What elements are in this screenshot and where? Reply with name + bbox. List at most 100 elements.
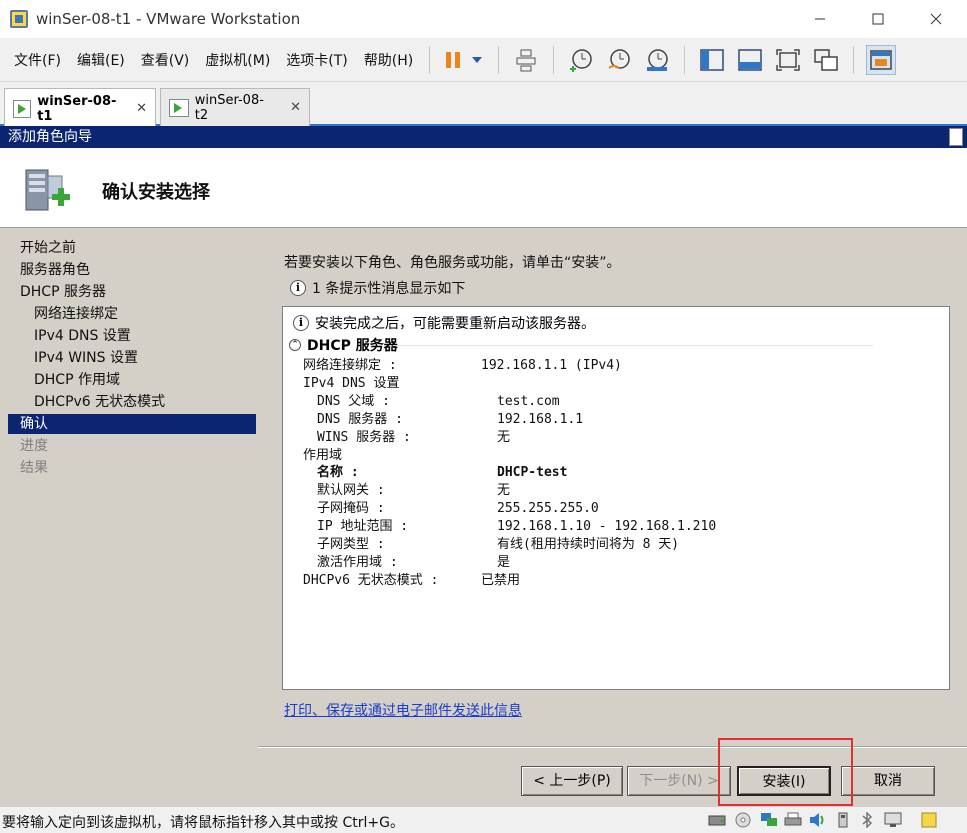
summary-row-label: DHCPv6 无状态模式 : bbox=[303, 572, 439, 588]
info-icon: i bbox=[290, 280, 306, 296]
nav-item-dhcp-server[interactable]: DHCP 服务器 bbox=[8, 282, 256, 302]
summary-row-value: 无 bbox=[497, 429, 511, 445]
info-icon: i bbox=[293, 315, 309, 331]
dhcp-section-header[interactable]: ⌃ DHCP 服务器 bbox=[289, 335, 398, 355]
close-icon[interactable] bbox=[913, 0, 959, 38]
pause-icon[interactable] bbox=[442, 45, 464, 75]
printer-icon[interactable] bbox=[784, 812, 802, 828]
display-icon[interactable] bbox=[884, 812, 902, 828]
hint-message: i 1 条提示性消息显示如下 bbox=[290, 278, 465, 298]
summary-row-label: 网络连接绑定 : bbox=[303, 358, 397, 373]
wizard-header: 确认安装选择 bbox=[0, 148, 967, 228]
library-view-icon[interactable] bbox=[697, 45, 727, 75]
summary-row-value: 已禁用 bbox=[481, 572, 521, 588]
network-adapter-icon[interactable] bbox=[760, 812, 778, 828]
snapshot-revert-icon[interactable] bbox=[604, 45, 634, 75]
summary-row-label: DNS 父域 : bbox=[317, 393, 390, 409]
maximize-icon[interactable] bbox=[855, 0, 901, 38]
toolbar-separator bbox=[853, 45, 855, 74]
menu-edit[interactable]: 编辑(E) bbox=[69, 50, 133, 70]
tab-label: winSer-08-t2 bbox=[194, 92, 264, 123]
summary-row-label: DNS 服务器 : bbox=[317, 411, 403, 427]
menu-toolbar-bar: 文件(F) 编辑(E) 查看(V) 虚拟机(M) 选项卡(T) 帮助(H) bbox=[0, 38, 967, 82]
tab-close-icon[interactable]: ✕ bbox=[290, 100, 301, 115]
print-save-email-link[interactable]: 打印、保存或通过电子邮件发送此信息 bbox=[284, 700, 522, 720]
toolbar-separator bbox=[684, 45, 686, 74]
tab-label: winSer-08-t1 bbox=[37, 93, 117, 124]
title-bar: winSer-08-t1 - VMware Workstation bbox=[0, 0, 967, 38]
wizard-title-bar: 添加角色向导 bbox=[0, 126, 967, 148]
menu-help[interactable]: 帮助(H) bbox=[356, 50, 421, 70]
summary-row-value: test.com bbox=[497, 393, 560, 409]
collapse-icon[interactable]: ⌃ bbox=[289, 339, 301, 351]
tab-winser-08-t1[interactable]: winSer-08-t1 ✕ bbox=[4, 88, 156, 128]
summary-row-value: 192.168.1.1 (IPv4) bbox=[481, 358, 622, 373]
vmware-app-icon bbox=[10, 10, 28, 28]
nav-item-ipv4-wins[interactable]: IPv4 WINS 设置 bbox=[8, 348, 256, 368]
snapshot-take-icon[interactable] bbox=[566, 45, 596, 75]
send-ctrl-alt-del-icon[interactable] bbox=[511, 45, 541, 75]
message-icon[interactable] bbox=[920, 812, 938, 828]
summary-row-label: 子网掩码 : bbox=[317, 501, 385, 517]
menu-vm[interactable]: 虚拟机(M) bbox=[197, 50, 278, 70]
tab-close-icon[interactable]: ✕ bbox=[136, 101, 147, 116]
hard-disk-icon[interactable] bbox=[708, 812, 726, 828]
usb-icon[interactable] bbox=[834, 812, 852, 828]
dropdown-arrow-icon[interactable] bbox=[468, 45, 486, 75]
summary-row-label: WINS 服务器 : bbox=[317, 429, 411, 445]
toolbar-separator bbox=[429, 45, 431, 74]
summary-row-value: 192.168.1.10 - 192.168.1.210 bbox=[497, 519, 717, 535]
cancel-button[interactable]: 取消 bbox=[841, 766, 935, 796]
wizard-close-icon[interactable] bbox=[949, 128, 963, 146]
summary-panel: i 安装完成之后，可能需要重新启动该服务器。 ⌃ DHCP 服务器 网络连接绑定… bbox=[282, 306, 950, 690]
nav-item-confirmation[interactable]: 确认 bbox=[8, 414, 256, 434]
menu-file[interactable]: 文件(F) bbox=[6, 50, 69, 70]
cd-dvd-icon[interactable] bbox=[734, 812, 752, 828]
summary-row-label: IP 地址范围 : bbox=[317, 519, 409, 535]
nav-item-progress: 进度 bbox=[20, 438, 48, 454]
summary-row-label: IPv4 DNS 设置 bbox=[303, 375, 400, 391]
button-divider bbox=[258, 746, 967, 748]
intro-text: 若要安装以下角色、角色服务或功能，请单击“安装”。 bbox=[284, 255, 621, 271]
snapshot-manager-icon[interactable] bbox=[642, 45, 672, 75]
console-view-icon[interactable] bbox=[735, 45, 765, 75]
status-bar: 要将输入定向到该虚拟机，请将鼠标指针移入其中或按 Ctrl+G。 bbox=[0, 806, 967, 833]
summary-row-label: 名称 : bbox=[317, 465, 359, 481]
nav-item-results: 结果 bbox=[20, 460, 48, 476]
toolbar-separator bbox=[498, 45, 500, 74]
nav-item-network-binding[interactable]: 网络连接绑定 bbox=[8, 304, 256, 324]
nav-item-server-roles[interactable]: 服务器角色 bbox=[8, 260, 256, 280]
nav-item-ipv4-dns[interactable]: IPv4 DNS 设置 bbox=[8, 326, 256, 346]
previous-button[interactable]: < 上一步(P) bbox=[521, 766, 623, 796]
bluetooth-icon[interactable] bbox=[858, 812, 876, 828]
vm-tab-bar: winSer-08-t1 ✕ winSer-08-t2 ✕ bbox=[0, 82, 967, 128]
menu-tabs[interactable]: 选项卡(T) bbox=[278, 50, 355, 70]
wizard-title: 添加角色向导 bbox=[8, 129, 92, 145]
vm-display[interactable]: 添加角色向导 确认安装选择 开始之前 服务器角色 DHCP 服务器 网络连接绑定… bbox=[0, 126, 967, 806]
highlight-annotation bbox=[718, 738, 853, 806]
fullscreen-icon[interactable] bbox=[773, 45, 803, 75]
summary-row-value: 255.255.255.0 bbox=[497, 501, 599, 517]
summary-row-value: DHCP-test bbox=[497, 465, 568, 481]
nav-item-dhcp-scope[interactable]: DHCP 作用域 bbox=[8, 370, 256, 390]
tab-winser-08-t2[interactable]: winSer-08-t2 ✕ bbox=[160, 88, 310, 126]
section-divider bbox=[393, 345, 873, 346]
nav-item-before-you-begin[interactable]: 开始之前 bbox=[8, 238, 256, 258]
nav-item-dhcpv6-stateless[interactable]: DHCPv6 无状态模式 bbox=[8, 392, 256, 412]
sound-icon[interactable] bbox=[808, 812, 826, 828]
unity-icon[interactable] bbox=[811, 45, 841, 75]
wizard-content: 若要安装以下角色、角色服务或功能，请单击“安装”。 i 1 条提示性消息显示如下… bbox=[258, 228, 967, 748]
status-text: 要将输入定向到该虚拟机，请将鼠标指针移入其中或按 Ctrl+G。 bbox=[2, 815, 404, 831]
summary-row-value: 有线(租用持续时间将为 8 天) bbox=[497, 537, 680, 552]
summary-row-label: 默认网关 : bbox=[317, 483, 385, 499]
next-button[interactable]: 下一步(N) > bbox=[627, 766, 731, 796]
server-add-role-icon bbox=[25, 169, 70, 211]
wizard-nav: 开始之前 服务器角色 DHCP 服务器 网络连接绑定 IPv4 DNS 设置 I… bbox=[8, 238, 258, 806]
menu-view[interactable]: 查看(V) bbox=[133, 50, 198, 70]
wizard-heading: 确认安装选择 bbox=[102, 182, 210, 203]
thumbnail-view-icon[interactable] bbox=[866, 44, 897, 75]
minimize-icon[interactable] bbox=[797, 0, 843, 38]
summary-row-value: 192.168.1.1 bbox=[497, 411, 584, 427]
summary-row-label: 激活作用域 : bbox=[317, 554, 398, 570]
vm-running-icon bbox=[169, 98, 189, 117]
